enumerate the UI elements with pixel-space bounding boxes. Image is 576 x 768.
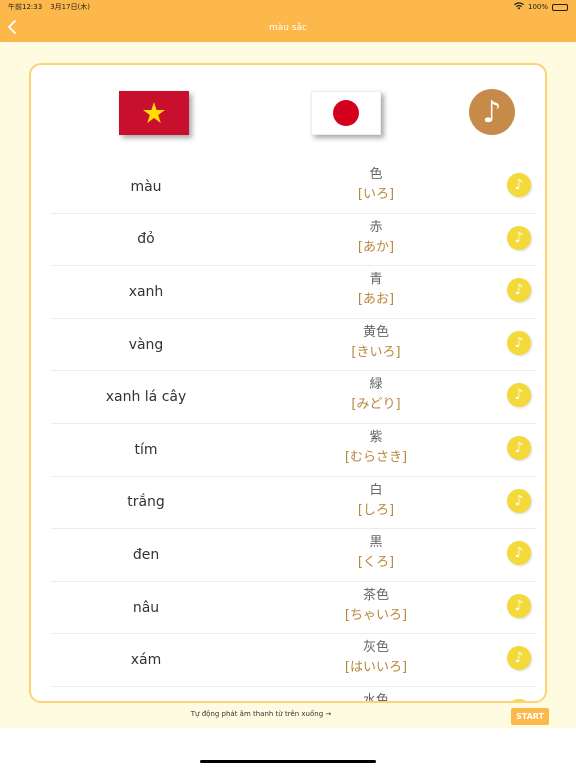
play-all-button[interactable]: ♪ [469,89,515,135]
play-word-button[interactable]: ♪ [507,383,531,408]
battery-percent: 100% [527,3,548,11]
vietnamese-word: trắng [127,494,165,511]
vietnamese-word: đỏ [137,231,155,248]
kanji-text: 黄色 [362,324,389,340]
kanji-text: 紫 [369,429,383,445]
vietnamese-word: vàng [128,336,164,353]
japanese-word: 緑 [みどり] [281,375,471,415]
kanji-text: 緑 [369,377,383,393]
play-word-button[interactable]: ♪ [507,488,531,513]
home-indicator [200,760,376,763]
japanese-word: 茶色 [ちゃいろ] [281,586,471,626]
play-word-button[interactable]: ♪ [507,330,531,355]
kana-reading: [はいいろ] [344,660,408,676]
status-date: 3月17日(木) [50,3,91,11]
play-word-button[interactable]: ♪ [507,173,531,197]
music-note-icon: ♪ [514,597,524,614]
music-note-icon: ♪ [514,177,524,193]
start-button[interactable]: START [511,708,549,725]
japanese-word: 白 [しろ] [281,481,471,521]
status-time: 午前12:33 [8,3,43,11]
japanese-word: 赤 [あか] [281,218,471,258]
music-note-icon: ♪ [514,334,524,351]
japanese-word: 黄色 [きいろ] [281,323,471,363]
vocabulary-card: ♪ màu 色 [いろ] ♪ đỏ 赤 [あか] ♪ xanh 青 [あお] ♪ vàng 黄色 [きいろ]… [29,63,547,703]
music-note-icon: ♪ [514,439,524,456]
kana-reading: [くろ] [357,555,395,571]
word-row[interactable]: đen 黒 [くろ] ♪ [51,529,537,582]
battery-icon [552,3,568,11]
kana-reading: [あお] [357,292,395,308]
word-row[interactable]: đỏ 赤 [あか] ♪ [51,214,537,267]
vietnamese-word: xám [130,652,162,669]
kana-reading: [きいろ] [351,344,401,360]
japanese-word: 水色 [281,691,471,703]
word-row[interactable]: xanh 青 [あお] ♪ [51,266,537,319]
kana-reading: [あか] [357,239,395,255]
word-row[interactable]: xanh lá cây 緑 [みどり] ♪ [51,371,537,424]
music-note-icon: ♪ [514,492,524,509]
music-note-icon: ♪ [514,387,524,404]
nav-bar: màu sắc [0,14,576,42]
play-word-button[interactable]: ♪ [507,278,531,303]
page-title: màu sắc [269,23,307,33]
kana-reading: [みどり] [351,397,401,413]
vietnamese-word: xanh [128,283,164,300]
kana-reading: [むらさき] [344,449,408,465]
vietnamese-word: xanh nước biển [51,687,241,701]
vietnamese-word: nâu [132,599,160,616]
music-note-icon: ♪ [514,650,524,667]
word-row[interactable]: màu 色 [いろ] ♪ [51,161,537,214]
kanji-text: 茶色 [362,587,389,603]
kanji-text: 白 [369,482,383,498]
status-bar: 午前12:33 3月17日(木) 100% [0,0,576,14]
play-word-button[interactable]: ♪ [507,593,531,618]
japanese-word: 紫 [むらさき] [281,428,471,468]
japanese-word: 灰色 [はいいろ] [281,638,471,678]
vietnamese-word: màu [130,178,162,195]
word-row[interactable]: nâu 茶色 [ちゃいろ] ♪ [51,582,537,635]
word-row[interactable]: tím 紫 [むらさき] ♪ [51,424,537,477]
footer: Tự động phát âm thanh từ trên xuống → [0,706,576,728]
kanji-text: 赤 [369,219,383,235]
kanji-text: 黒 [369,535,383,551]
play-word-button[interactable]: ♪ [507,541,531,566]
play-word-button[interactable]: ♪ [507,698,531,701]
language-header: ♪ [31,65,545,169]
word-row[interactable]: xanh nước biển 水色 ♪ [51,687,537,703]
kanji-text: 青 [369,272,383,288]
music-note-icon: ♪ [514,282,524,299]
play-word-button[interactable]: ♪ [507,435,531,460]
content-area: ♪ màu 色 [いろ] ♪ đỏ 赤 [あか] ♪ xanh 青 [あお] ♪ vàng 黄色 [きいろ]… [0,42,576,728]
japan-flag-icon [311,91,381,135]
word-row[interactable]: vàng 黄色 [きいろ] ♪ [51,319,537,372]
vietnam-flag-icon [119,91,189,135]
kana-reading: [ちゃいろ] [344,607,408,623]
word-row[interactable]: trắng 白 [しろ] ♪ [51,477,537,530]
japanese-word: 黒 [くろ] [281,533,471,573]
play-word-button[interactable]: ♪ [507,225,531,250]
music-note-icon: ♪ [482,94,502,130]
play-word-button[interactable]: ♪ [507,646,531,671]
kana-reading: [いろ] [357,187,395,202]
kana-reading: [しろ] [357,502,395,518]
wifi-icon [513,2,524,12]
music-note-icon: ♪ [514,545,524,562]
vietnamese-word: tím [134,441,158,458]
auto-play-hint: Tự động phát âm thanh từ trên xuống → [190,710,332,718]
japanese-word: 色 [いろ] [281,165,471,205]
music-note-icon: ♪ [514,229,524,246]
vietnamese-word: xanh lá cây [105,389,187,406]
kanji-text: 水色 [362,692,389,703]
japanese-word: 青 [あお] [281,270,471,310]
vietnamese-word: đen [132,546,160,563]
word-list: màu 色 [いろ] ♪ đỏ 赤 [あか] ♪ xanh 青 [あお] ♪ vàng 黄色 [きいろ] ♪ x… [51,161,537,703]
word-row[interactable]: xám 灰色 [はいいろ] ♪ [51,634,537,687]
kanji-text: 灰色 [362,640,389,656]
kanji-text: 色 [369,167,383,182]
